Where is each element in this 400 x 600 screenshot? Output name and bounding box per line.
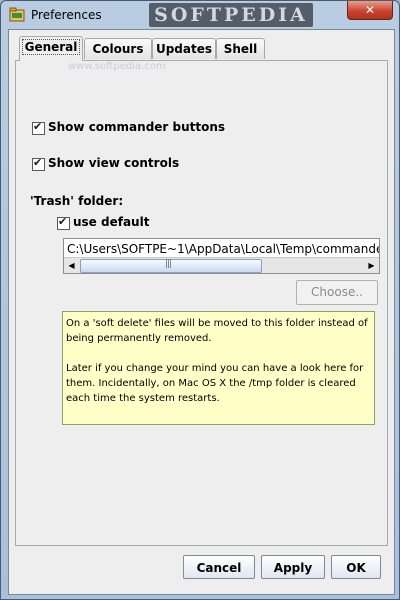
window-title: Preferences — [31, 8, 102, 22]
tab-updates-label: Updates — [155, 42, 213, 56]
show-commander-buttons-checkbox[interactable] — [32, 120, 45, 135]
show-view-controls-checkbox[interactable] — [32, 156, 45, 171]
info-paragraph: Later if you change your mind you can ha… — [66, 363, 364, 404]
choose-button[interactable]: Choose.. — [296, 280, 378, 305]
tab-colours[interactable]: Colours — [84, 38, 152, 59]
info-note: On a 'soft delete' files will be moved t… — [62, 311, 375, 425]
path-scrollbar[interactable]: ◀ ||| ▶ — [64, 257, 379, 273]
preferences-window: Preferences SOFTPEDIA ✕ General Colours … — [0, 0, 400, 600]
dialog-content: General Colours Updates Shell www.softpe… — [8, 29, 395, 595]
use-default-label[interactable]: use default — [73, 215, 149, 229]
title-bar[interactable]: Preferences SOFTPEDIA ✕ — [1, 1, 399, 29]
info-paragraph: On a 'soft delete' files will be moved t… — [66, 318, 368, 344]
arrow-left-icon[interactable]: ◀ — [64, 258, 79, 273]
watermark-banner: SOFTPEDIA — [149, 3, 313, 27]
tab-general[interactable]: General — [19, 36, 83, 61]
cancel-button[interactable]: Cancel — [183, 555, 255, 579]
tab-colours-label: Colours — [92, 42, 144, 56]
show-view-controls-label[interactable]: Show view controls — [48, 156, 179, 170]
close-button[interactable]: ✕ — [347, 1, 393, 20]
watermark-text: www.softpedia.com — [68, 61, 166, 72]
grip-icon: ||| — [165, 259, 172, 269]
trash-path-text: C:\Users\SOFTPE~1\AppData\Local\Temp\com… — [67, 242, 380, 256]
apply-button[interactable]: Apply — [261, 555, 325, 579]
tab-updates[interactable]: Updates — [152, 38, 216, 59]
tab-shell[interactable]: Shell — [216, 38, 265, 59]
folder-app-icon — [9, 7, 25, 22]
arrow-right-icon[interactable]: ▶ — [364, 258, 379, 273]
ok-button[interactable]: OK — [331, 555, 381, 579]
trash-folder-heading: 'Trash' folder: — [30, 194, 124, 208]
trash-path-field[interactable]: C:\Users\SOFTPE~1\AppData\Local\Temp\com… — [63, 238, 380, 274]
general-panel: www.softpedia.com Show commander buttons… — [15, 60, 388, 546]
scrollbar-thumb[interactable]: ||| — [80, 259, 262, 273]
tab-shell-label: Shell — [223, 42, 258, 56]
tab-general-label: General — [21, 39, 81, 55]
use-default-checkbox[interactable] — [57, 215, 70, 230]
show-commander-buttons-label[interactable]: Show commander buttons — [48, 120, 225, 134]
